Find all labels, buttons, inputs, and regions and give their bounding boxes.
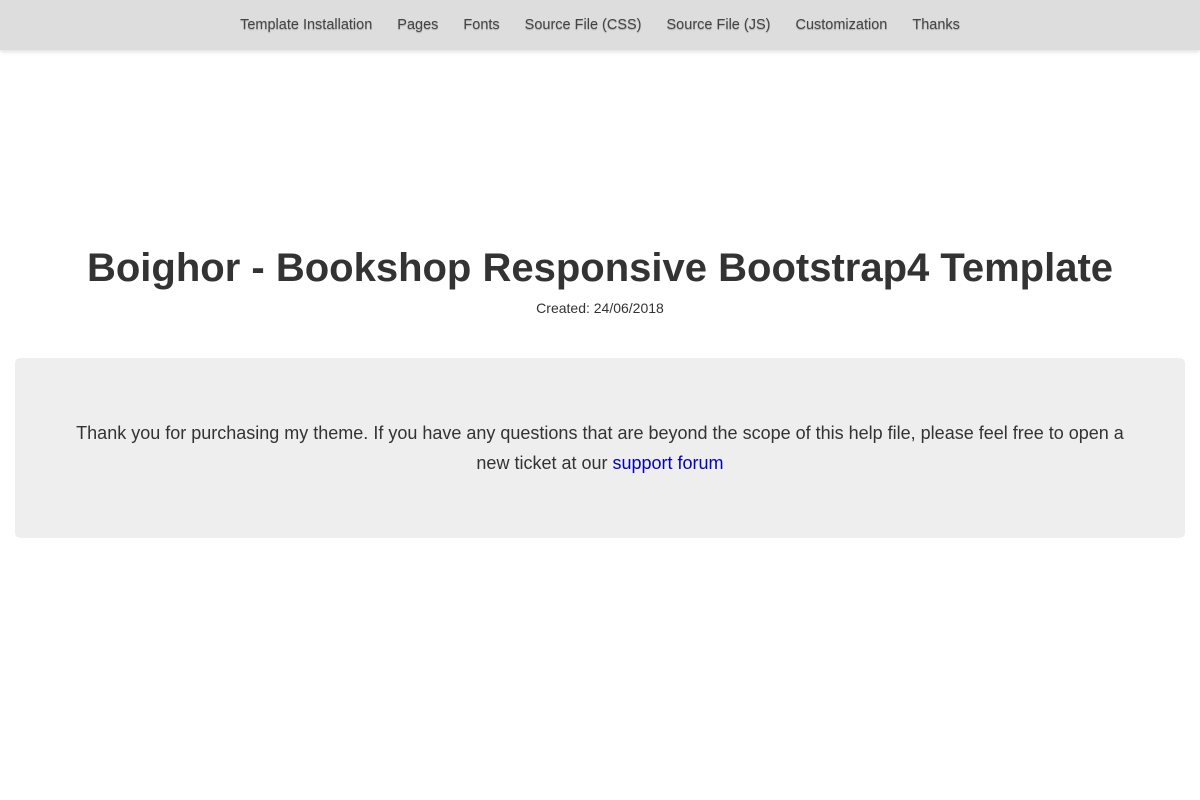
nav-item: Template Installation — [240, 0, 372, 50]
nav-link-customization[interactable]: Customization — [795, 0, 887, 50]
thanks-text: Thank you for purchasing my theme. If yo… — [76, 423, 1124, 473]
nav-item: Customization — [795, 0, 887, 50]
support-forum-link[interactable]: support forum — [613, 453, 724, 473]
page-title: Boighor - Bookshop Responsive Bootstrap4… — [86, 246, 1114, 290]
nav-list: Template Installation Pages Fonts Source… — [228, 0, 973, 50]
page-header: Boighor - Bookshop Responsive Bootstrap4… — [0, 240, 1200, 316]
thanks-message: Thank you for purchasing my theme. If yo… — [73, 418, 1127, 478]
thanks-panel: Thank you for purchasing my theme. If yo… — [15, 358, 1185, 538]
top-navigation: Template Installation Pages Fonts Source… — [0, 0, 1200, 50]
nav-link-fonts[interactable]: Fonts — [463, 0, 499, 50]
nav-link-thanks[interactable]: Thanks — [912, 0, 960, 50]
nav-item: Source File (JS) — [667, 0, 771, 50]
nav-item: Source File (CSS) — [525, 0, 642, 50]
nav-link-template-installation[interactable]: Template Installation — [240, 0, 372, 50]
created-date: Created: 24/06/2018 — [536, 300, 664, 316]
nav-item: Thanks — [912, 0, 960, 50]
nav-link-pages[interactable]: Pages — [397, 0, 438, 50]
nav-item: Pages — [397, 0, 438, 50]
nav-link-source-css[interactable]: Source File (CSS) — [525, 0, 642, 50]
nav-item: Fonts — [463, 0, 499, 50]
nav-link-source-js[interactable]: Source File (JS) — [667, 0, 771, 50]
